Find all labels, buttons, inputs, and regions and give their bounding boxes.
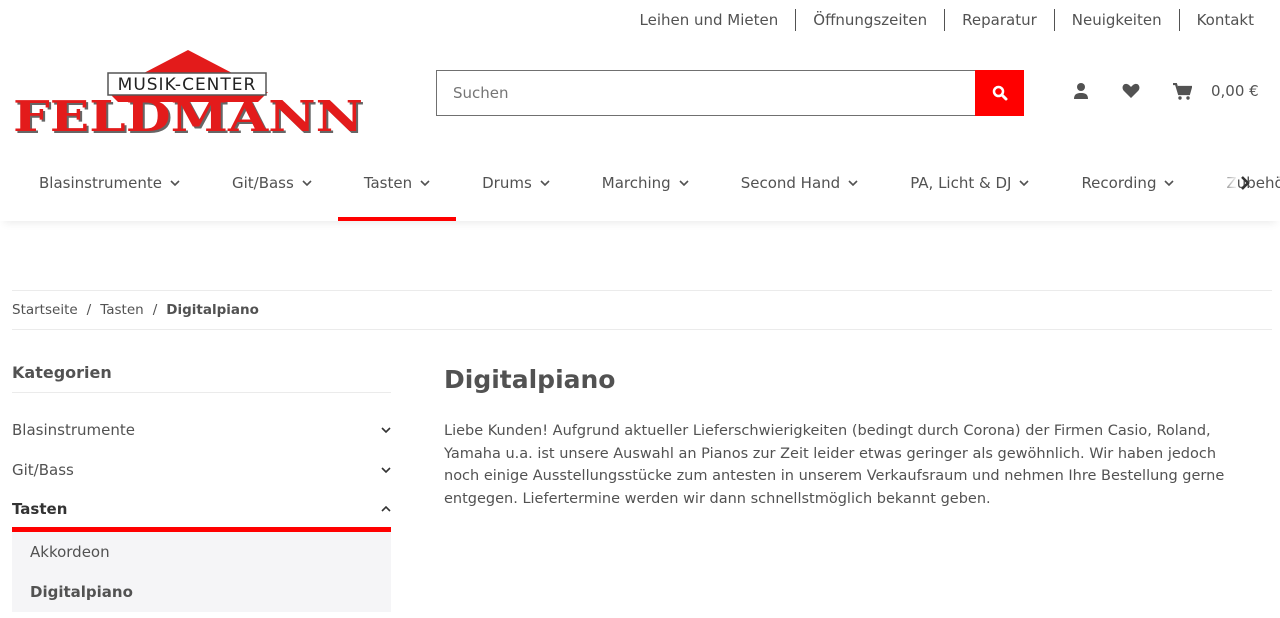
nav-tasten[interactable]: Tasten	[337, 148, 457, 221]
nav-drums[interactable]: Drums	[456, 148, 576, 218]
chevron-down-icon	[420, 180, 430, 186]
breadcrumb: Startseite / Tasten / Digitalpiano	[12, 290, 1272, 330]
search-bar	[436, 70, 1024, 116]
nav-pa-licht-dj[interactable]: PA, Licht & DJ	[884, 148, 1055, 218]
chevron-up-icon	[381, 505, 391, 512]
nav-label: Marching	[601, 174, 671, 192]
nav-second-hand[interactable]: Second Hand	[715, 148, 884, 218]
sidebar-item-blasinstrumente[interactable]: Blasinstrumente	[12, 410, 391, 450]
link-reparatur[interactable]: Reparatur	[944, 9, 1054, 31]
account-icon[interactable]	[1073, 82, 1089, 100]
chevron-down-icon	[1164, 180, 1175, 186]
breadcrumb-current: Digitalpiano	[166, 302, 259, 318]
nav-label: Git/Bass	[231, 174, 294, 192]
header-icons	[1073, 82, 1192, 100]
chevron-down-icon	[1019, 180, 1030, 186]
chevron-down-icon	[679, 180, 689, 186]
sidebar-item-label: Blasinstrumente	[12, 421, 135, 439]
breadcrumb-startseite[interactable]: Startseite	[12, 302, 78, 318]
nav-label: Recording	[1081, 174, 1157, 192]
sidebar-item-git-bass[interactable]: Git/Bass	[12, 450, 391, 490]
svg-text:FELDMANN: FELDMANN	[13, 92, 363, 136]
sidebar-item-tasten[interactable]: Tasten	[12, 490, 391, 532]
chevron-down-icon	[302, 180, 312, 186]
chevron-right-icon	[1241, 176, 1250, 190]
category-description: Liebe Kunden! Aufgrund aktueller Liefers…	[444, 423, 1225, 507]
nav-label: Blasinstrumente	[39, 174, 162, 192]
chevron-down-icon	[381, 427, 391, 433]
nav-scroll-right-button[interactable]	[1240, 175, 1250, 195]
sidebar-subitem-akkordeon[interactable]: Akkordeon	[12, 532, 391, 572]
search-icon	[992, 85, 1007, 101]
link-leihen[interactable]: Leihen und Mieten	[623, 9, 796, 31]
category-sidebar: Kategorien Blasinstrumente Git/Bass Tast…	[12, 363, 391, 612]
sidebar-item-label: Git/Bass	[12, 461, 74, 479]
link-kontakt[interactable]: Kontakt	[1178, 9, 1254, 31]
breadcrumb-tasten[interactable]: Tasten	[100, 302, 143, 318]
chevron-down-icon	[170, 180, 180, 186]
cart-icon[interactable]	[1173, 82, 1192, 100]
nav-label: Second Hand	[740, 174, 841, 192]
chevron-down-icon	[381, 467, 391, 473]
wishlist-heart-icon[interactable]	[1122, 83, 1140, 99]
page-title: Digitalpiano	[444, 365, 616, 394]
cart-total[interactable]: 0,00 €	[1211, 82, 1259, 100]
main-nav: Blasinstrumente Git/Bass Tasten Drums Ma…	[0, 148, 1280, 221]
nav-label: Tasten	[363, 174, 413, 192]
nav-label: Drums	[482, 174, 532, 192]
nav-git-bass[interactable]: Git/Bass	[206, 148, 338, 218]
top-links: Leihen und Mieten Öffnungszeiten Reparat…	[623, 9, 1254, 31]
nav-label: PA, Licht & DJ	[910, 174, 1012, 192]
search-button[interactable]	[975, 70, 1024, 116]
sidebar-subitem-digitalpiano[interactable]: Digitalpiano	[12, 572, 391, 612]
subcategory-list: Akkordeon Digitalpiano	[12, 532, 391, 612]
chevron-down-icon	[848, 180, 858, 186]
sidebar-item-label: Tasten	[12, 499, 68, 518]
chevron-down-icon	[540, 180, 550, 186]
nav-fade	[1218, 160, 1238, 210]
nav-marching[interactable]: Marching	[576, 148, 715, 218]
nav-blasinstrumente[interactable]: Blasinstrumente	[0, 148, 206, 218]
sidebar-title: Kategorien	[12, 363, 391, 393]
nav-recording[interactable]: Recording	[1055, 148, 1200, 218]
link-neuigkeiten[interactable]: Neuigkeiten	[1053, 9, 1179, 31]
logo[interactable]: MUSIK-CENTER FELDMANN FELDMANN	[12, 50, 366, 136]
link-oeffnungszeiten[interactable]: Öffnungszeiten	[795, 9, 944, 31]
main-content: Digitalpiano Liebe Kunden! Aufgrund aktu…	[444, 365, 1254, 510]
search-input[interactable]	[436, 70, 975, 116]
